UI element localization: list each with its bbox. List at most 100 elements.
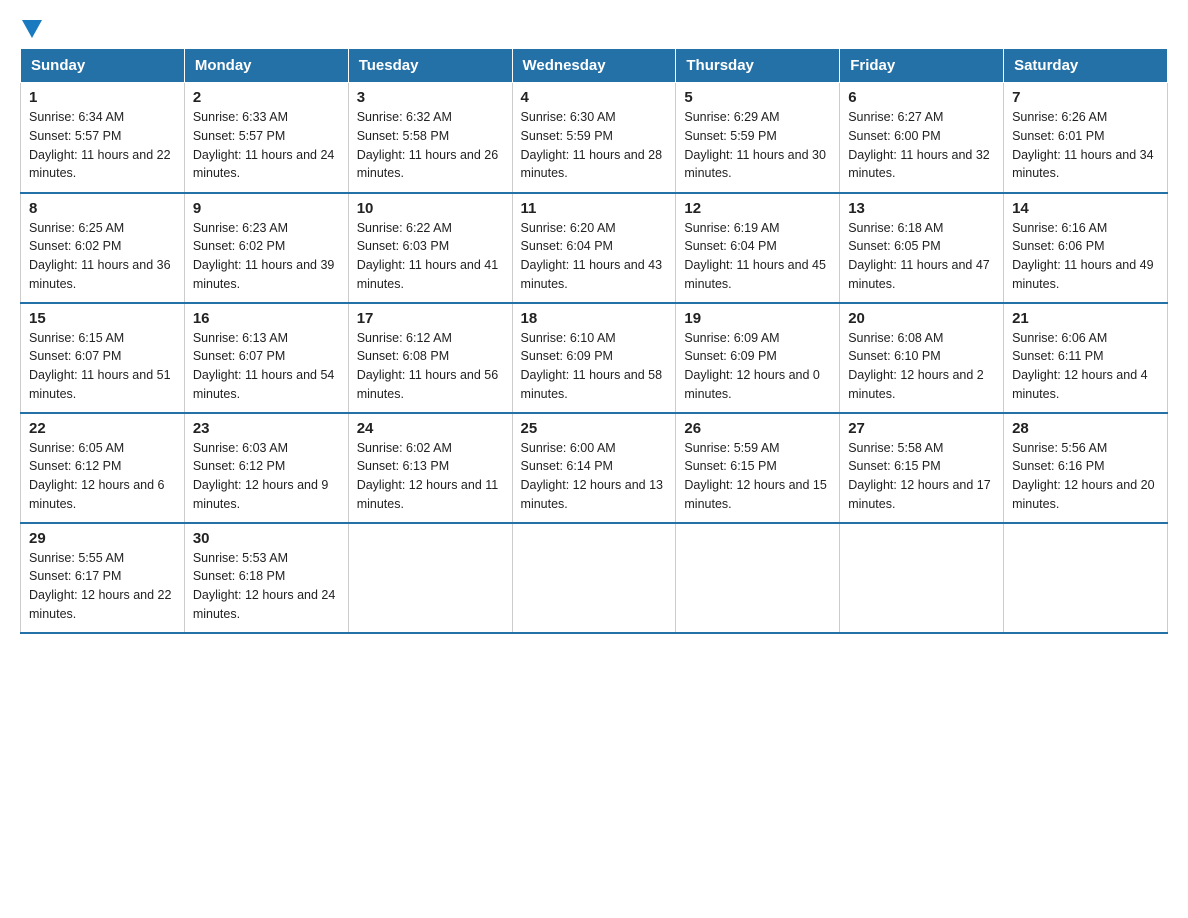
calendar-cell: 14 Sunrise: 6:16 AMSunset: 6:06 PMDayligh…: [1004, 193, 1168, 303]
day-number: 10: [357, 200, 504, 217]
day-number: 17: [357, 310, 504, 327]
day-info: Sunrise: 6:20 AMSunset: 6:04 PMDaylight:…: [521, 219, 668, 294]
calendar-week-row: 15 Sunrise: 6:15 AMSunset: 6:07 PMDayligh…: [21, 303, 1168, 413]
calendar-cell: 4Sunrise: 6:30 AMSunset: 5:59 PMDaylight…: [512, 83, 676, 193]
calendar-cell: 28 Sunrise: 5:56 AMSunset: 6:16 PMDayligh…: [1004, 413, 1168, 523]
calendar-cell: 12 Sunrise: 6:19 AMSunset: 6:04 PMDayligh…: [676, 193, 840, 303]
day-info: Sunrise: 6:34 AMSunset: 5:57 PMDaylight:…: [29, 108, 176, 183]
calendar-cell: 18 Sunrise: 6:10 AMSunset: 6:09 PMDayligh…: [512, 303, 676, 413]
day-info: Sunrise: 6:02 AMSunset: 6:13 PMDaylight:…: [357, 439, 504, 514]
day-info: Sunrise: 6:32 AMSunset: 5:58 PMDaylight:…: [357, 108, 504, 183]
day-number: 22: [29, 420, 176, 437]
day-number: 21: [1012, 310, 1159, 327]
calendar-cell: 3 Sunrise: 6:32 AMSunset: 5:58 PMDaylight…: [348, 83, 512, 193]
day-info: Sunrise: 6:10 AMSunset: 6:09 PMDaylight:…: [521, 329, 668, 404]
calendar-cell: 6 Sunrise: 6:27 AMSunset: 6:00 PMDaylight…: [840, 83, 1004, 193]
calendar-cell: 17 Sunrise: 6:12 AMSunset: 6:08 PMDayligh…: [348, 303, 512, 413]
day-number: 13: [848, 200, 995, 217]
day-info: Sunrise: 6:23 AMSunset: 6:02 PMDaylight:…: [193, 219, 340, 294]
day-info: Sunrise: 6:03 AMSunset: 6:12 PMDaylight:…: [193, 439, 340, 514]
day-info: Sunrise: 6:18 AMSunset: 6:05 PMDaylight:…: [848, 219, 995, 294]
calendar-cell: 15 Sunrise: 6:15 AMSunset: 6:07 PMDayligh…: [21, 303, 185, 413]
calendar-cell: 26Sunrise: 5:59 AMSunset: 6:15 PMDayligh…: [676, 413, 840, 523]
day-info: Sunrise: 6:12 AMSunset: 6:08 PMDaylight:…: [357, 329, 504, 404]
header-day-tuesday: Tuesday: [348, 49, 512, 83]
calendar-cell: 22 Sunrise: 6:05 AMSunset: 6:12 PMDayligh…: [21, 413, 185, 523]
calendar-cell: 21 Sunrise: 6:06 AMSunset: 6:11 PMDayligh…: [1004, 303, 1168, 413]
calendar-cell: 30 Sunrise: 5:53 AMSunset: 6:18 PMDayligh…: [184, 523, 348, 633]
day-number: 3: [357, 89, 504, 106]
day-info: Sunrise: 5:58 AMSunset: 6:15 PMDaylight:…: [848, 439, 995, 514]
header-day-monday: Monday: [184, 49, 348, 83]
day-number: 4: [521, 89, 668, 106]
calendar-week-row: 29 Sunrise: 5:55 AMSunset: 6:17 PMDayligh…: [21, 523, 1168, 633]
day-number: 6: [848, 89, 995, 106]
logo: [20, 20, 42, 32]
calendar-cell: 16Sunrise: 6:13 AMSunset: 6:07 PMDayligh…: [184, 303, 348, 413]
day-number: 7: [1012, 89, 1159, 106]
day-number: 18: [521, 310, 668, 327]
calendar-cell: 10 Sunrise: 6:22 AMSunset: 6:03 PMDayligh…: [348, 193, 512, 303]
header-day-saturday: Saturday: [1004, 49, 1168, 83]
calendar-cell: 7 Sunrise: 6:26 AMSunset: 6:01 PMDaylight…: [1004, 83, 1168, 193]
header-day-sunday: Sunday: [21, 49, 185, 83]
day-number: 12: [684, 200, 831, 217]
day-info: Sunrise: 6:27 AMSunset: 6:00 PMDaylight:…: [848, 108, 995, 183]
calendar-cell: 2Sunrise: 6:33 AMSunset: 5:57 PMDaylight…: [184, 83, 348, 193]
day-number: 2: [193, 89, 340, 106]
calendar-cell: 5 Sunrise: 6:29 AMSunset: 5:59 PMDaylight…: [676, 83, 840, 193]
day-number: 19: [684, 310, 831, 327]
day-info: Sunrise: 6:15 AMSunset: 6:07 PMDaylight:…: [29, 329, 176, 404]
page-header: [20, 20, 1168, 32]
calendar-cell: 11 Sunrise: 6:20 AMSunset: 6:04 PMDayligh…: [512, 193, 676, 303]
day-number: 16: [193, 310, 340, 327]
day-info: Sunrise: 6:19 AMSunset: 6:04 PMDaylight:…: [684, 219, 831, 294]
day-info: Sunrise: 5:53 AMSunset: 6:18 PMDaylight:…: [193, 549, 340, 624]
logo-triangle-icon: [22, 20, 42, 38]
day-info: Sunrise: 6:09 AMSunset: 6:09 PMDaylight:…: [684, 329, 831, 404]
calendar-cell: 25Sunrise: 6:00 AMSunset: 6:14 PMDayligh…: [512, 413, 676, 523]
day-number: 15: [29, 310, 176, 327]
day-info: Sunrise: 6:25 AMSunset: 6:02 PMDaylight:…: [29, 219, 176, 294]
day-info: Sunrise: 5:59 AMSunset: 6:15 PMDaylight:…: [684, 439, 831, 514]
calendar-cell: [512, 523, 676, 633]
day-info: Sunrise: 6:16 AMSunset: 6:06 PMDaylight:…: [1012, 219, 1159, 294]
calendar-cell: 8Sunrise: 6:25 AMSunset: 6:02 PMDaylight…: [21, 193, 185, 303]
day-info: Sunrise: 6:06 AMSunset: 6:11 PMDaylight:…: [1012, 329, 1159, 404]
calendar-cell: 27 Sunrise: 5:58 AMSunset: 6:15 PMDayligh…: [840, 413, 1004, 523]
day-info: Sunrise: 6:22 AMSunset: 6:03 PMDaylight:…: [357, 219, 504, 294]
day-info: Sunrise: 5:55 AMSunset: 6:17 PMDaylight:…: [29, 549, 176, 624]
calendar-week-row: 8Sunrise: 6:25 AMSunset: 6:02 PMDaylight…: [21, 193, 1168, 303]
calendar-cell: 1 Sunrise: 6:34 AMSunset: 5:57 PMDaylight…: [21, 83, 185, 193]
calendar-cell: 23 Sunrise: 6:03 AMSunset: 6:12 PMDayligh…: [184, 413, 348, 523]
calendar-cell: 20 Sunrise: 6:08 AMSunset: 6:10 PMDayligh…: [840, 303, 1004, 413]
day-number: 23: [193, 420, 340, 437]
calendar-cell: [348, 523, 512, 633]
day-number: 27: [848, 420, 995, 437]
day-number: 5: [684, 89, 831, 106]
calendar-cell: 9Sunrise: 6:23 AMSunset: 6:02 PMDaylight…: [184, 193, 348, 303]
day-number: 14: [1012, 200, 1159, 217]
calendar-week-row: 22 Sunrise: 6:05 AMSunset: 6:12 PMDayligh…: [21, 413, 1168, 523]
day-info: Sunrise: 5:56 AMSunset: 6:16 PMDaylight:…: [1012, 439, 1159, 514]
calendar-cell: 29 Sunrise: 5:55 AMSunset: 6:17 PMDayligh…: [21, 523, 185, 633]
day-number: 20: [848, 310, 995, 327]
day-info: Sunrise: 6:00 AMSunset: 6:14 PMDaylight:…: [521, 439, 668, 514]
day-number: 28: [1012, 420, 1159, 437]
header-day-wednesday: Wednesday: [512, 49, 676, 83]
calendar-cell: 19 Sunrise: 6:09 AMSunset: 6:09 PMDayligh…: [676, 303, 840, 413]
day-info: Sunrise: 6:26 AMSunset: 6:01 PMDaylight:…: [1012, 108, 1159, 183]
day-number: 1: [29, 89, 176, 106]
calendar-cell: [1004, 523, 1168, 633]
day-info: Sunrise: 6:29 AMSunset: 5:59 PMDaylight:…: [684, 108, 831, 183]
calendar-table: SundayMondayTuesdayWednesdayThursdayFrid…: [20, 48, 1168, 634]
calendar-week-row: 1 Sunrise: 6:34 AMSunset: 5:57 PMDaylight…: [21, 83, 1168, 193]
day-number: 24: [357, 420, 504, 437]
day-number: 30: [193, 530, 340, 547]
calendar-cell: [840, 523, 1004, 633]
day-number: 11: [521, 200, 668, 217]
day-info: Sunrise: 6:08 AMSunset: 6:10 PMDaylight:…: [848, 329, 995, 404]
calendar-cell: 13 Sunrise: 6:18 AMSunset: 6:05 PMDayligh…: [840, 193, 1004, 303]
day-info: Sunrise: 6:05 AMSunset: 6:12 PMDaylight:…: [29, 439, 176, 514]
day-number: 29: [29, 530, 176, 547]
